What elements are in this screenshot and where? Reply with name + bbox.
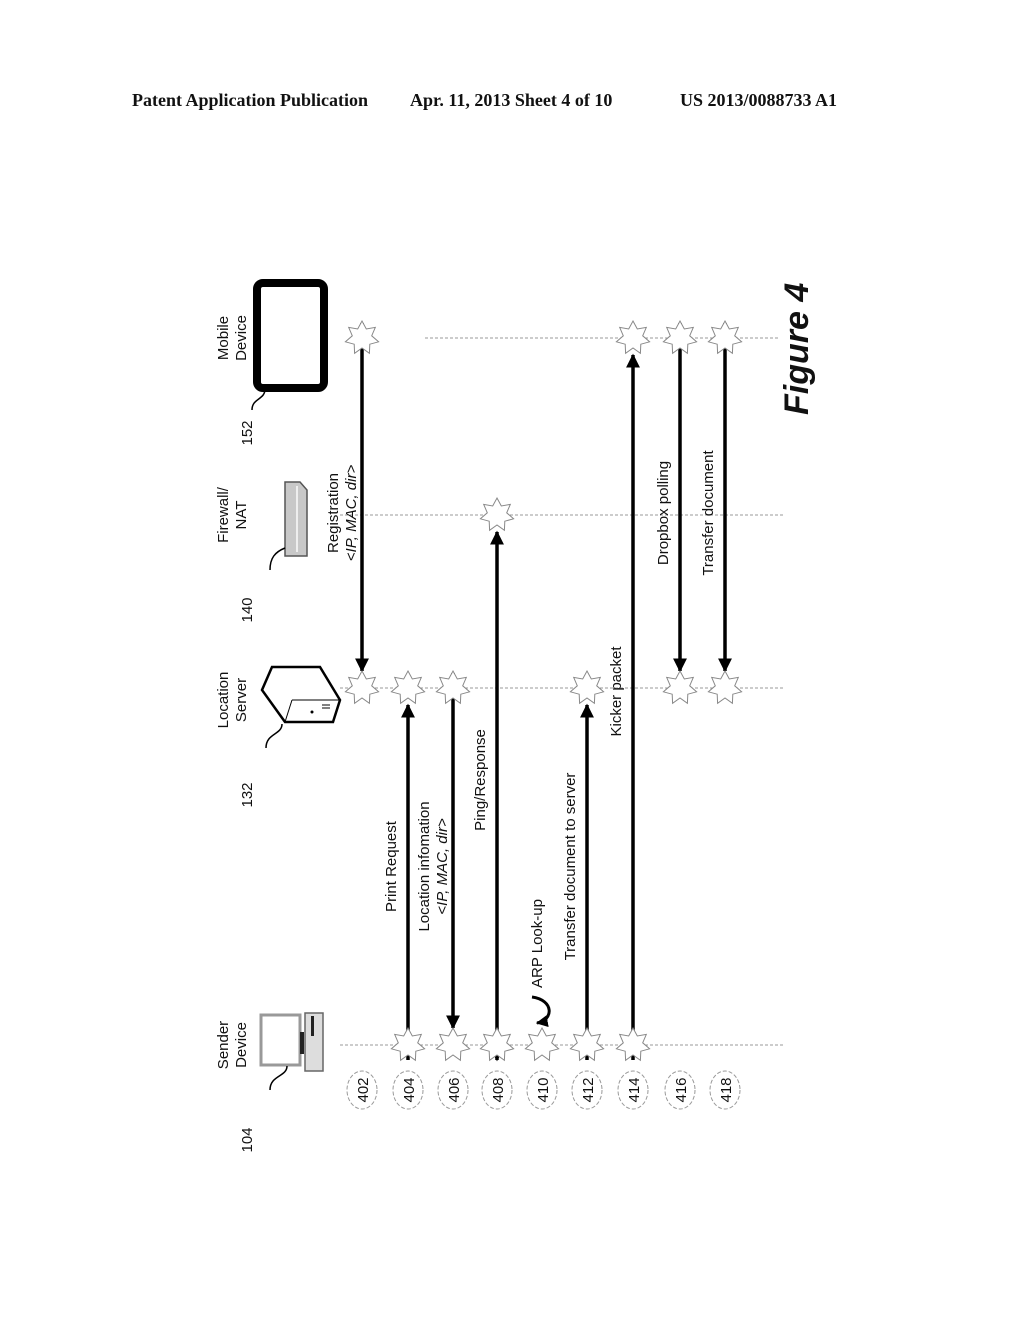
- participant-ref: 140: [239, 597, 256, 622]
- participant-ref: 132: [239, 782, 256, 807]
- step-ref-414: 414: [617, 1070, 649, 1110]
- step-ref-402: 402: [346, 1070, 378, 1110]
- event-star-icon: [569, 669, 605, 705]
- participant-location: Location Server 132: [215, 665, 342, 808]
- message-label: Print Request: [383, 820, 400, 912]
- step-ref-number: 410: [535, 1077, 552, 1102]
- message-414: Kicker packet: [608, 353, 640, 1060]
- event-star-icon: [662, 669, 698, 705]
- event-star-icon: [662, 319, 698, 355]
- event-star-icon: [569, 1026, 605, 1062]
- event-star-icon: [344, 669, 380, 705]
- event-star-icon: [707, 319, 743, 355]
- self-loop-arrow: [531, 995, 551, 1028]
- participant-name: Device: [233, 1022, 250, 1068]
- message-sublabel: <IP, MAC, dir>: [343, 465, 360, 562]
- figure-label: Figure 4: [778, 283, 816, 415]
- participant-name: Sender: [215, 1021, 232, 1069]
- message-label: Kicker packet: [608, 646, 625, 737]
- step-ref-416: 416: [664, 1070, 696, 1110]
- message-label: Location infomation: [416, 801, 433, 931]
- event-star-icon: [479, 1026, 515, 1062]
- message-label: Transfer document: [700, 450, 717, 576]
- tablet-icon: [251, 279, 328, 411]
- message-label: Transfer document to server: [562, 773, 579, 961]
- message-label: ARP Look-up: [529, 899, 546, 988]
- server-icon: [260, 665, 342, 749]
- event-star-icon: [479, 496, 515, 532]
- event-star-icon: [524, 1026, 560, 1062]
- step-ref-418: 418: [709, 1070, 741, 1110]
- message-418: Transfer document: [700, 321, 732, 673]
- message-label: Dropbox polling: [655, 461, 672, 565]
- event-star-icon: [390, 669, 426, 705]
- participant-firewall: Firewall/NAT 140: [215, 481, 308, 623]
- step-ref-406: 406: [437, 1070, 469, 1110]
- event-star-icon: [435, 1026, 471, 1062]
- participant-name: NAT: [233, 501, 250, 530]
- step-ref-number: 416: [673, 1077, 690, 1102]
- participant-name: Device: [233, 315, 250, 361]
- computer-icon: [259, 1012, 324, 1091]
- participant-ref: 152: [239, 420, 256, 445]
- participant-ref: 104: [239, 1127, 256, 1152]
- step-ref-404: 404: [392, 1070, 424, 1110]
- sequence-diagram: Sender Device104Location Server132Firewall…: [215, 279, 816, 1153]
- event-star-icon: [615, 319, 651, 355]
- participant-name: Firewall/: [215, 486, 232, 543]
- message-416: Dropbox polling: [655, 323, 687, 673]
- step-ref-412: 412: [571, 1070, 603, 1110]
- message-406: Location infomation <IP, MAC, dir>: [416, 673, 460, 1030]
- router-icon: [269, 481, 308, 571]
- event-star-icon: [707, 669, 743, 705]
- participant-name: Location: [215, 672, 232, 729]
- message-sublabel: <IP, MAC, dir>: [434, 818, 451, 915]
- message-404: Print Request: [383, 703, 415, 1060]
- message-408: Ping/Response: [472, 530, 504, 1062]
- event-star-icon: [344, 319, 380, 355]
- message-410: ARP Look-up: [529, 899, 551, 1028]
- step-ref-number: 402: [355, 1077, 372, 1102]
- participant-name: Server: [233, 678, 250, 722]
- step-ref-number: 418: [718, 1077, 735, 1102]
- step-ref-number: 412: [580, 1077, 597, 1102]
- event-star-icon: [615, 1026, 651, 1062]
- step-ref-number: 404: [401, 1077, 418, 1102]
- participant-name: Mobile: [215, 316, 232, 360]
- message-412: Transfer document to server: [562, 703, 594, 1060]
- message-label: Ping/Response: [472, 729, 489, 831]
- step-ref-number: 408: [490, 1077, 507, 1102]
- message-label: Registration: [325, 473, 342, 553]
- step-ref-408: 408: [481, 1070, 513, 1110]
- step-ref-number: 414: [626, 1077, 643, 1102]
- participant-mobile: Mobile Device 152: [215, 279, 328, 446]
- event-star-icon: [390, 1026, 426, 1062]
- message-402: Registration <IP, MAC, dir>: [325, 323, 369, 673]
- event-star-icon: [435, 669, 471, 705]
- step-ref-410: 410: [526, 1070, 558, 1110]
- participant-sender: Sender Device 104: [215, 1012, 324, 1153]
- step-ref-number: 406: [446, 1077, 463, 1102]
